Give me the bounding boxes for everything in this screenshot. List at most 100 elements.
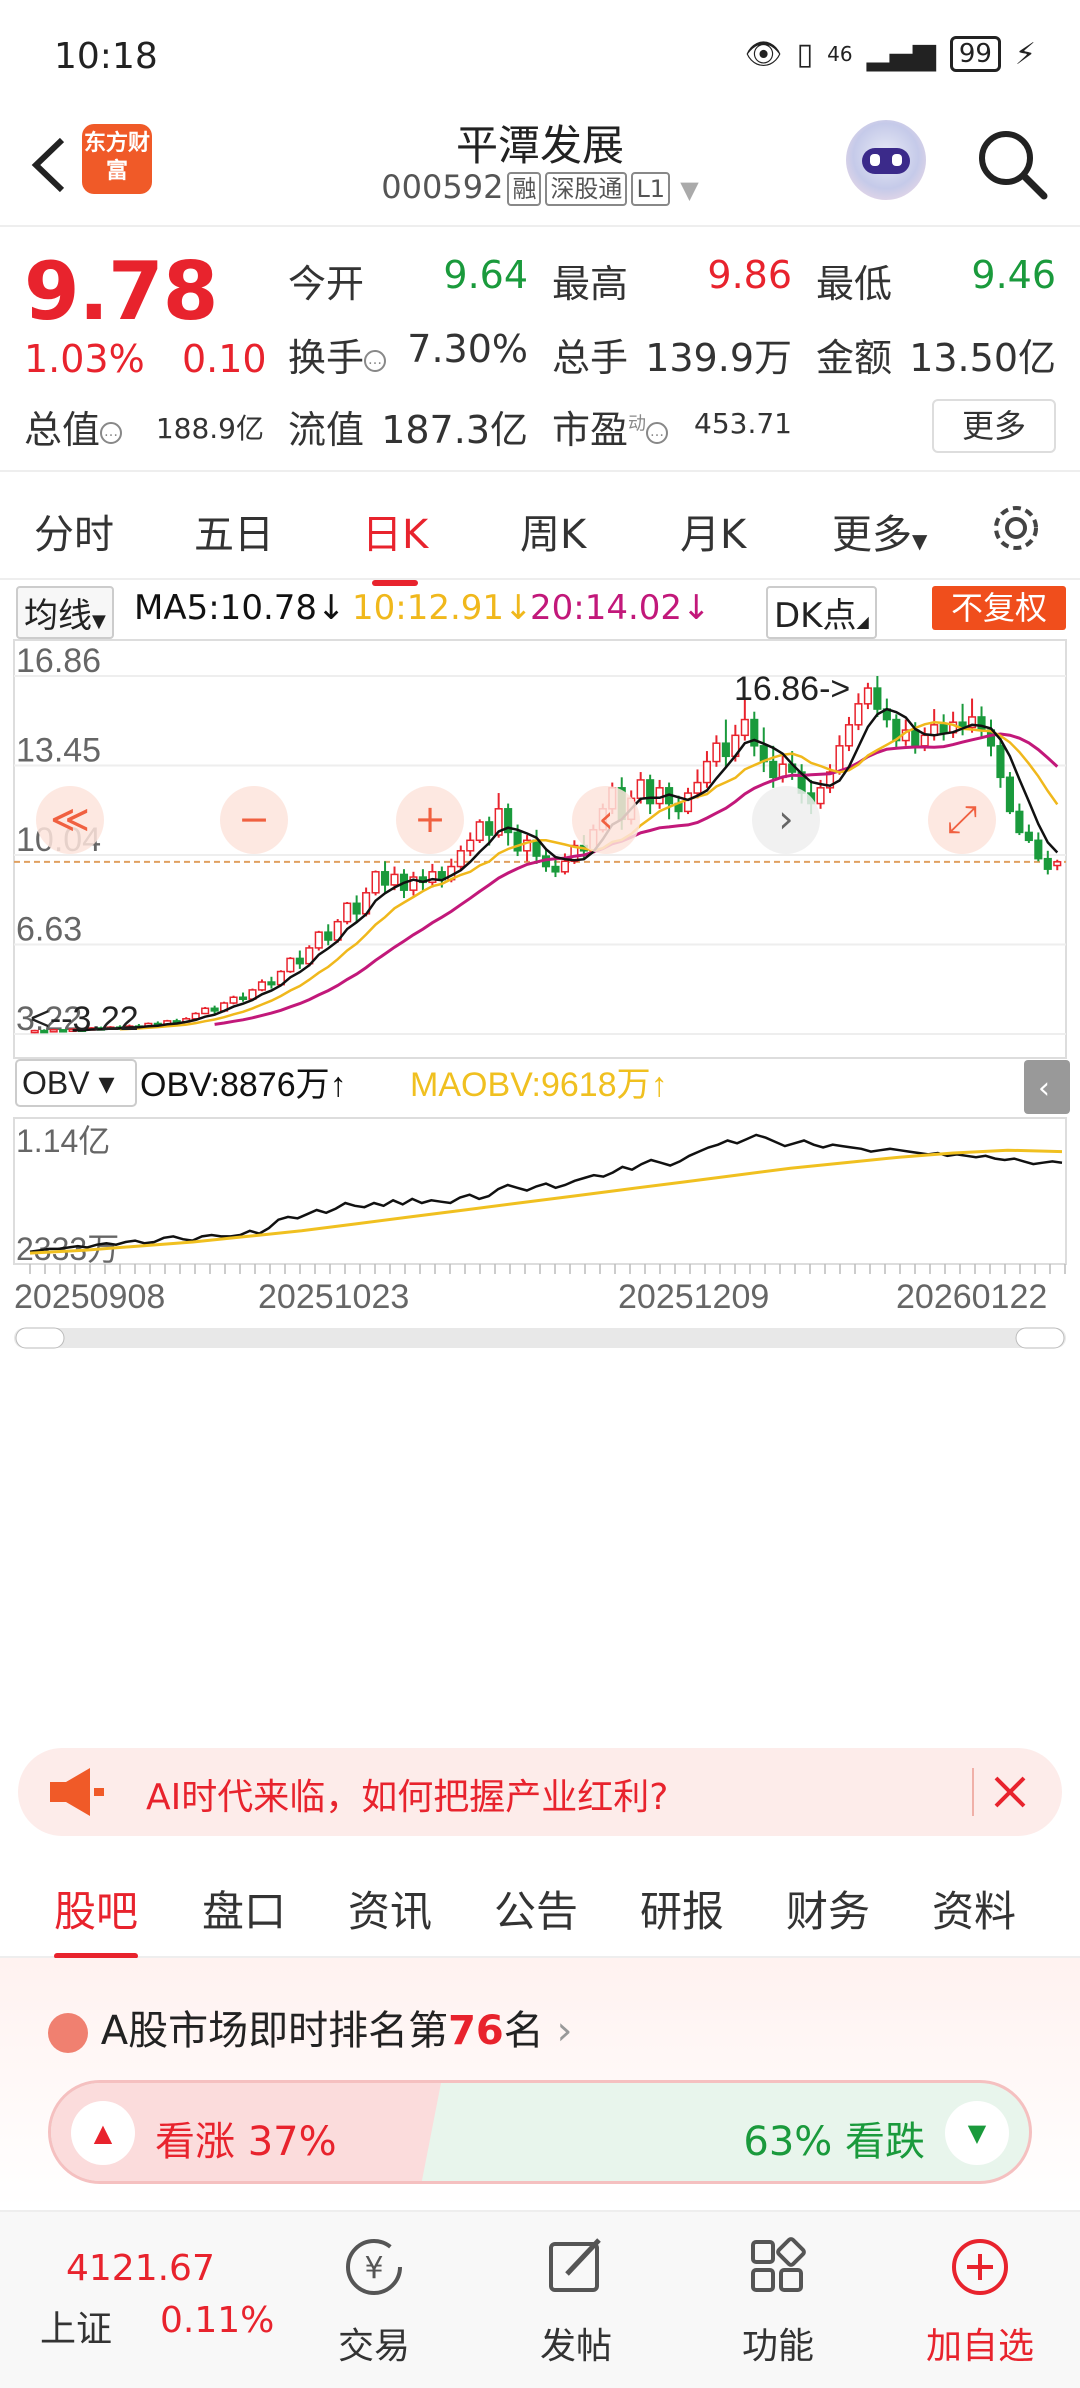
level-tag: L1 — [631, 172, 671, 206]
close-icon[interactable] — [990, 1772, 1030, 1812]
caret-down-icon: ▼ — [912, 529, 928, 553]
banner-text: AI时代来临，如何把握产业红利? — [146, 1777, 669, 1818]
open-label: 今开 — [288, 262, 365, 306]
y-tick-label: 6.63 — [16, 911, 82, 949]
candle-body — [712, 742, 721, 763]
dk-button[interactable]: DK点◢ — [766, 586, 877, 639]
candle-body — [636, 779, 645, 800]
candle-body — [835, 745, 844, 773]
quote-panel: 9.78 1.03% 0.10 今开 9.64 最高 9.86 最低 9.46 换手…… — [0, 225, 1080, 465]
ma-select-button[interactable]: 均线▼ — [16, 586, 114, 639]
promo-banner[interactable]: AI时代来临，如何把握产业红利? — [18, 1748, 1062, 1836]
tab-5day[interactable]: 五日 — [194, 502, 274, 560]
info-icon[interactable]: … — [100, 421, 123, 444]
nav-functions[interactable]: 功能 — [698, 2232, 858, 2369]
maobv-line — [29, 1148, 1063, 1255]
zoom-out-button[interactable]: − — [220, 786, 288, 854]
kline-chart[interactable]: 16.8613.4510.046.633.2216.86-><--3.22≪−+… — [0, 636, 1080, 1676]
prev-button[interactable]: ‹ — [572, 786, 640, 854]
zoom-in-button[interactable]: + — [396, 786, 464, 854]
overlay-button-glyph: › — [778, 797, 793, 841]
tab-profile[interactable]: 资料 — [932, 1878, 1016, 1939]
high-marker: 16.86-> — [734, 670, 850, 708]
turnover-field: 换手… 7.30% — [288, 327, 528, 382]
float-value: 187.3亿 — [381, 408, 528, 452]
adjust-button[interactable]: 不复权 — [932, 586, 1066, 630]
tab-weekly-k[interactable]: 周K — [520, 502, 586, 560]
volume-field: 总手 139.9万 — [552, 327, 792, 382]
tab-pankou[interactable]: 盘口 — [202, 1878, 286, 1939]
candle-body — [229, 996, 238, 1004]
rank-suffix: 名 — [503, 2008, 544, 2054]
yen-circle-icon: ¥ — [346, 2239, 402, 2295]
amount-label: 金额 — [816, 336, 893, 380]
gear-icon[interactable] — [988, 500, 1044, 556]
tab-monthly-k[interactable]: 月K — [680, 502, 746, 560]
tab-guba[interactable]: 股吧 — [54, 1878, 139, 1959]
search-icon[interactable] — [972, 124, 1052, 204]
bearish-text: 63% 看跌 — [743, 2119, 925, 2165]
ma5-text: MA5:10.78 — [134, 588, 318, 628]
tab-news[interactable]: 资讯 — [348, 1878, 432, 1939]
candle-body — [996, 745, 1005, 779]
tab-intraday[interactable]: 分时 — [34, 502, 114, 560]
chevron-right-icon: › — [556, 2008, 573, 2054]
market-rank[interactable]: A股市场即时排名第76名 › — [48, 1998, 572, 2056]
scroll-track — [14, 1328, 1066, 1348]
bullish-button[interactable]: ▲ — [71, 2101, 135, 2165]
candle-body — [693, 781, 702, 794]
rewind-button[interactable]: ≪ — [36, 786, 104, 854]
tab-finance[interactable]: 财务 — [786, 1878, 870, 1939]
nav-trade[interactable]: ¥ 交易 — [294, 2232, 454, 2369]
tab-announcements[interactable]: 公告 — [494, 1878, 578, 1939]
bearish-button[interactable]: ▼ — [945, 2101, 1009, 2165]
candle-body — [655, 787, 664, 805]
signal-bars-icon: ▂▄▆ — [866, 36, 936, 72]
info-icon[interactable]: … — [646, 421, 669, 444]
more-button[interactable]: 更多 — [932, 399, 1056, 453]
info-icon[interactable]: … — [364, 349, 387, 372]
ma5-value: MA5:10.78↓ — [134, 588, 346, 628]
x-tick-label: 20251023 — [258, 1278, 409, 1316]
tab-more[interactable]: 更多▼ — [832, 502, 927, 560]
collapse-toggle[interactable]: ‹ — [1024, 1060, 1070, 1114]
overlay-button-glyph: + — [414, 797, 446, 841]
nav-post[interactable]: 发帖 — [496, 2232, 656, 2369]
megaphone-icon — [50, 1768, 104, 1816]
candle-body — [456, 850, 465, 868]
obv-ymax: 1.14亿 — [16, 1123, 110, 1159]
x-tick-label: 20251209 — [618, 1278, 769, 1316]
bullish-text: 看涨 37% — [155, 2119, 337, 2165]
assistant-avatar[interactable] — [846, 120, 926, 200]
obv-select-button[interactable]: OBV ▾ — [15, 1059, 137, 1107]
open-value: 9.64 — [443, 253, 528, 297]
candle-body — [1043, 857, 1052, 870]
index-value[interactable]: 4121.67 — [66, 2248, 215, 2289]
rank-number: 76 — [448, 2008, 504, 2054]
candle-body — [532, 839, 541, 857]
candle-body — [257, 981, 267, 991]
next-button[interactable]: › — [752, 786, 820, 854]
candle-body — [911, 729, 920, 747]
amount-field: 金额 13.50亿 — [816, 327, 1056, 382]
float-label: 流值 — [288, 408, 365, 452]
margin-tag: 融 — [507, 172, 542, 206]
divider — [972, 1768, 974, 1816]
tab-daily-k[interactable]: 日K — [362, 502, 428, 586]
scroll-handle-right — [1015, 1327, 1065, 1349]
caret-down-icon: ▼ — [92, 611, 106, 632]
maobv-value: MAOBV:9618万↑ — [410, 1066, 668, 1104]
candle-body — [854, 703, 863, 726]
tab-research[interactable]: 研报 — [640, 1878, 724, 1939]
candle-body — [314, 931, 323, 949]
edit-icon — [549, 2238, 601, 2292]
candle-body — [380, 871, 390, 886]
chart-scrollbar[interactable] — [14, 1327, 1066, 1349]
pe-value: 453.71 — [694, 407, 792, 440]
ma10-text: 10:12.91 — [352, 588, 505, 628]
candle-body — [646, 779, 655, 805]
charging-icon: ⚡ — [1014, 36, 1036, 72]
eye-icon: 👁 — [744, 36, 783, 72]
nav-add-watchlist[interactable]: 加自选 — [900, 2232, 1060, 2369]
fullscreen-button[interactable]: ⤢ — [928, 786, 996, 854]
